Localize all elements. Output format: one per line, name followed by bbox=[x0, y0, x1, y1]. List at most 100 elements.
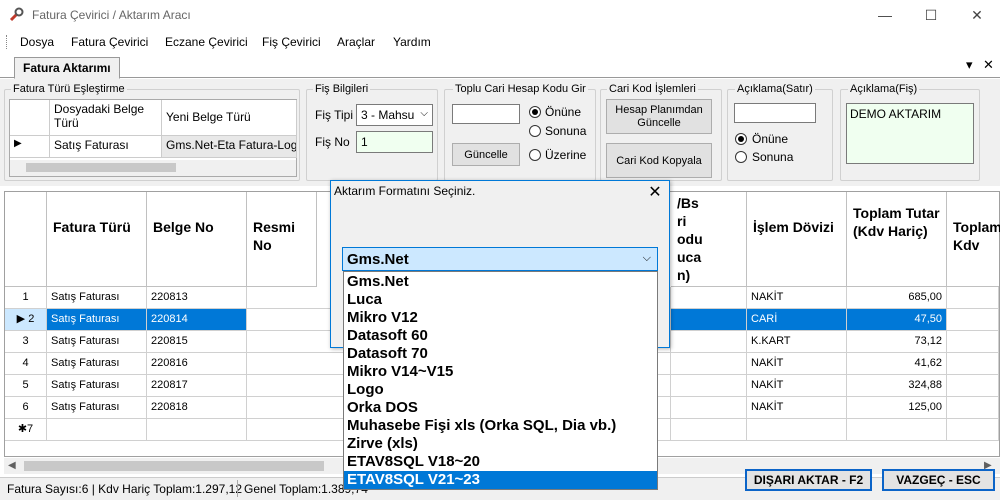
grid-cell[interactable]: 73,12 bbox=[847, 331, 947, 353]
fis-no-input[interactable]: 1 bbox=[356, 131, 433, 153]
grid-row-header[interactable]: 4 bbox=[5, 353, 47, 375]
grid-cell[interactable] bbox=[671, 419, 747, 441]
grid-cell[interactable]: Satış Faturası bbox=[47, 375, 147, 397]
grid-cell[interactable] bbox=[671, 397, 747, 419]
cancel-button[interactable]: VAZGEÇ - ESC bbox=[882, 469, 995, 491]
grid-cell[interactable] bbox=[147, 419, 247, 441]
grid-cell[interactable]: Satış Faturası bbox=[47, 397, 147, 419]
grid-cell[interactable]: Satış Faturası bbox=[47, 331, 147, 353]
grid-cell[interactable]: 220815 bbox=[147, 331, 247, 353]
aciklama-satir-input[interactable] bbox=[734, 103, 816, 123]
menu-yardim[interactable]: Yardım bbox=[393, 35, 431, 49]
menu-fatura-cevirici[interactable]: Fatura Çevirici bbox=[71, 35, 148, 49]
satir-radio-sonuna[interactable] bbox=[735, 151, 747, 163]
satir-radio-onune[interactable] bbox=[735, 133, 747, 145]
grid-cell[interactable]: 220818 bbox=[147, 397, 247, 419]
menu-araclar[interactable]: Araçlar bbox=[337, 35, 375, 49]
grid-cell[interactable]: NAKİT bbox=[747, 397, 847, 419]
grid-cell[interactable] bbox=[947, 353, 999, 375]
grid-cell[interactable]: 685,00 bbox=[847, 287, 947, 309]
grid-cell[interactable] bbox=[47, 419, 147, 441]
scroll-left-icon[interactable]: ◀ bbox=[8, 460, 16, 471]
format-option[interactable]: Logo bbox=[344, 381, 657, 399]
maximize-button[interactable]: ☐ bbox=[908, 0, 954, 30]
grid-cell[interactable] bbox=[947, 375, 999, 397]
esleme-scroll-thumb[interactable] bbox=[26, 163, 176, 172]
grid-cell[interactable]: 324,88 bbox=[847, 375, 947, 397]
format-combobox[interactable]: Gms.Net ⌵ bbox=[342, 247, 658, 271]
grid-cell[interactable]: 47,50 bbox=[847, 309, 947, 331]
grid-row-header[interactable]: 5 bbox=[5, 375, 47, 397]
grid-cell[interactable] bbox=[947, 397, 999, 419]
hesap-planimdan-button[interactable]: Hesap Planımdan Güncelle bbox=[606, 99, 712, 134]
grid-cell[interactable]: K.KART bbox=[747, 331, 847, 353]
grid-row-header[interactable]: ▶ 2 bbox=[5, 309, 47, 331]
format-option[interactable]: ETAV8SQL V18~20 bbox=[344, 453, 657, 471]
toplu-radio-uzerine[interactable] bbox=[529, 149, 541, 161]
grid-cell[interactable]: 220817 bbox=[147, 375, 247, 397]
menu-fis-cevirici[interactable]: Fiş Çevirici bbox=[262, 35, 321, 49]
grid-cell[interactable]: 220816 bbox=[147, 353, 247, 375]
format-option[interactable]: ETAV8SQL V21~23 bbox=[344, 471, 657, 489]
grid-row-header[interactable]: 3 bbox=[5, 331, 47, 353]
tab-list-icon[interactable]: ▾ bbox=[966, 57, 973, 73]
grid-cell[interactable]: 125,00 bbox=[847, 397, 947, 419]
grid-cell[interactable] bbox=[747, 419, 847, 441]
export-button[interactable]: DIŞARI AKTAR - F2 bbox=[745, 469, 872, 491]
format-option[interactable]: Muhasebe Fişi xls (Orka SQL, Dia vb.) bbox=[344, 417, 657, 435]
guncelle-button[interactable]: Güncelle bbox=[452, 143, 520, 166]
grid-cell[interactable] bbox=[847, 419, 947, 441]
grid-cell[interactable] bbox=[947, 419, 999, 441]
esleme-row-col2[interactable]: Gms.Net-Eta Fatura-Log bbox=[162, 136, 297, 158]
grid-header-fatura-turu[interactable]: Fatura Türü bbox=[47, 192, 147, 287]
grid-cell[interactable]: 220813 bbox=[147, 287, 247, 309]
format-option[interactable]: Zirve (xls) bbox=[344, 435, 657, 453]
grid-cell[interactable]: CARİ bbox=[747, 309, 847, 331]
esleme-row-col1[interactable]: Satış Faturası bbox=[50, 136, 162, 158]
grid-cell[interactable]: Satış Faturası bbox=[47, 309, 147, 331]
grid-cell[interactable] bbox=[947, 287, 999, 309]
format-option[interactable]: Luca bbox=[344, 291, 657, 309]
close-button[interactable]: ✕ bbox=[954, 0, 1000, 30]
toplu-radio-sonuna[interactable] bbox=[529, 125, 541, 137]
format-option[interactable]: Datasoft 60 bbox=[344, 327, 657, 345]
grid-cell[interactable] bbox=[671, 287, 747, 309]
grid-cell[interactable]: 220814 bbox=[147, 309, 247, 331]
grid-cell[interactable]: Satış Faturası bbox=[47, 353, 147, 375]
aciklama-fis-textarea[interactable]: DEMO AKTARIM bbox=[846, 103, 974, 164]
format-option[interactable]: Orka DOS bbox=[344, 399, 657, 417]
grid-row-header[interactable]: ✱7 bbox=[5, 419, 47, 441]
grid-scroll-thumb[interactable] bbox=[24, 461, 324, 471]
format-option[interactable]: Mikro V14~V15 bbox=[344, 363, 657, 381]
grid-header-resmi-no[interactable]: Resmi No bbox=[247, 192, 317, 287]
format-option[interactable]: Mikro V12 bbox=[344, 309, 657, 327]
grid-header-hidden-fragment[interactable]: /Bs ri odu uca n) bbox=[671, 192, 747, 287]
minimize-button[interactable]: — bbox=[862, 0, 908, 30]
grid-cell[interactable] bbox=[671, 375, 747, 397]
format-option[interactable]: Datasoft 70 bbox=[344, 345, 657, 363]
grid-cell[interactable] bbox=[671, 353, 747, 375]
cari-kod-kopyala-button[interactable]: Cari Kod Kopyala bbox=[606, 143, 712, 178]
grid-header-islem-dovizi[interactable]: İşlem Dövizi bbox=[747, 192, 847, 287]
grid-cell[interactable] bbox=[671, 331, 747, 353]
grid-cell[interactable] bbox=[671, 309, 747, 331]
menu-eczane-cevirici[interactable]: Eczane Çevirici bbox=[165, 35, 248, 49]
grid-cell[interactable]: NAKİT bbox=[747, 375, 847, 397]
grid-cell[interactable] bbox=[947, 309, 999, 331]
grid-row-header[interactable]: 6 bbox=[5, 397, 47, 419]
toplu-radio-onune[interactable] bbox=[529, 106, 541, 118]
fis-tipi-select[interactable]: 3 - Mahsu ⌵ bbox=[356, 104, 433, 126]
grid-header-toplam-tutar[interactable]: Toplam Tutar (Kdv Hariç) bbox=[847, 192, 947, 287]
grid-row-header[interactable]: 1 bbox=[5, 287, 47, 309]
tab-close-icon[interactable]: ✕ bbox=[983, 57, 994, 73]
grid-cell[interactable]: 41,62 bbox=[847, 353, 947, 375]
grid-cell[interactable]: NAKİT bbox=[747, 287, 847, 309]
menu-dosya[interactable]: Dosya bbox=[20, 35, 54, 49]
grid-header-belge-no[interactable]: Belge No bbox=[147, 192, 247, 287]
grid-cell[interactable]: NAKİT bbox=[747, 353, 847, 375]
tab-fatura-aktarimi[interactable]: Fatura Aktarımı bbox=[14, 57, 120, 79]
format-option[interactable]: Gms.Net bbox=[344, 273, 657, 291]
esleme-hscroll[interactable] bbox=[10, 160, 296, 176]
grid-cell[interactable]: Satış Faturası bbox=[47, 287, 147, 309]
grid-cell[interactable] bbox=[947, 331, 999, 353]
